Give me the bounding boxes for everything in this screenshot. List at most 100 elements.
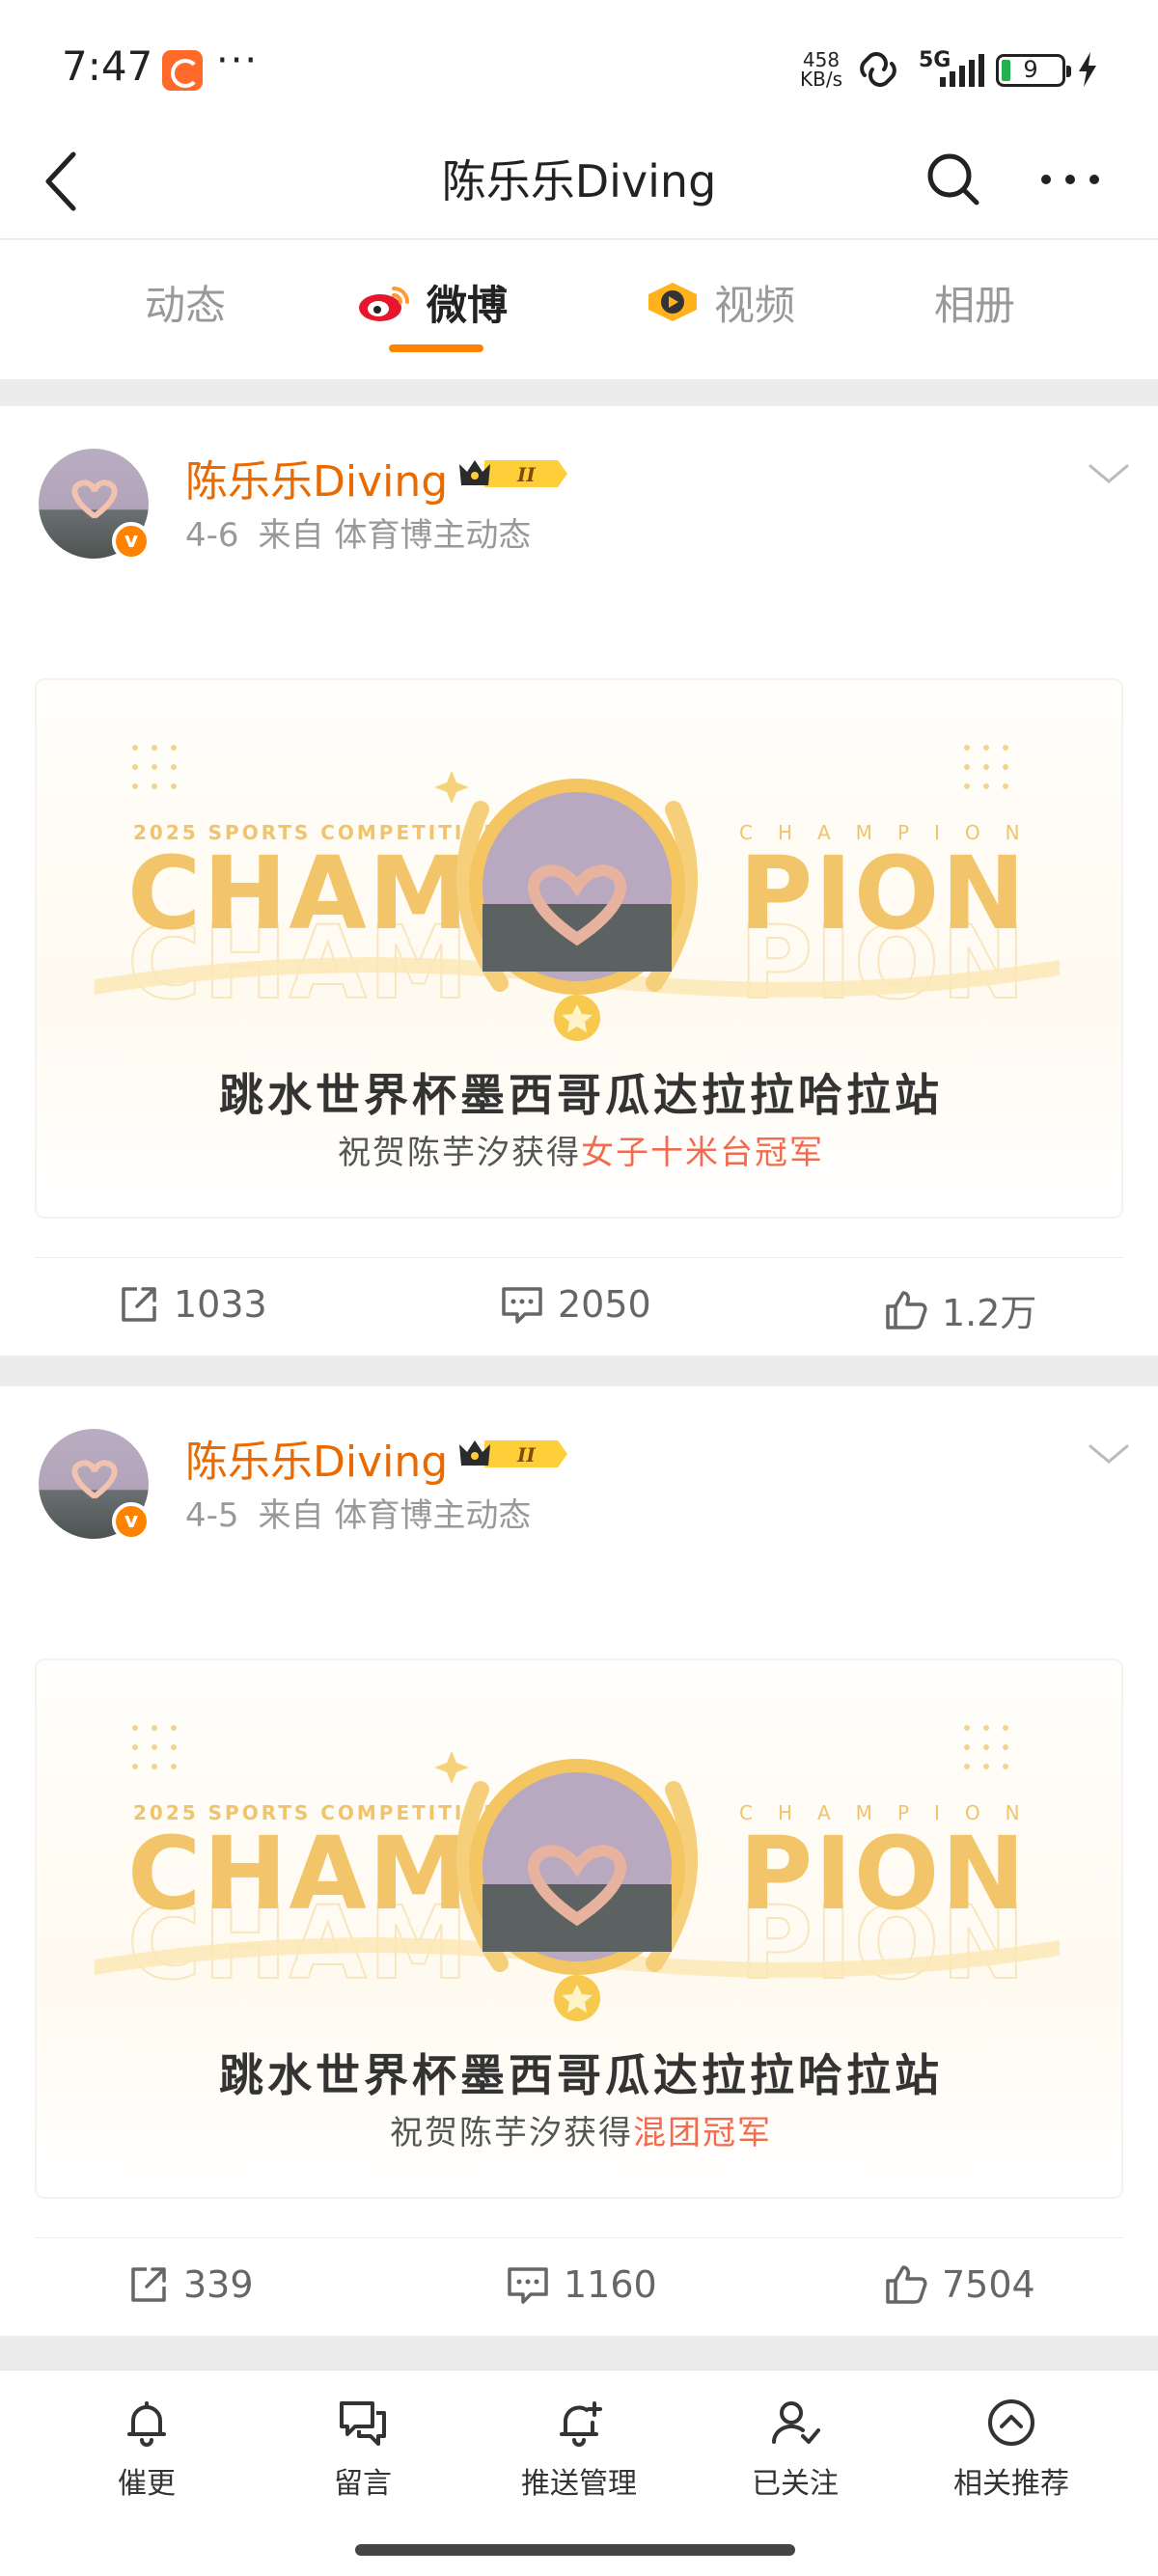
- active-tab-indicator: [389, 344, 483, 352]
- nav-bar: 陈乐乐Diving: [0, 125, 1158, 239]
- banner-subtitle: 祝贺陈芋汐获得女子十米台冠军: [37, 1126, 1121, 1173]
- laurel-medal-icon: [434, 1751, 698, 2021]
- overflow-dots-icon: ···: [216, 39, 260, 83]
- repost-icon: [122, 1287, 156, 1322]
- post-meta: 4-6 来自 体育博主动态: [185, 508, 550, 556]
- network-speed: 458 KB/s: [797, 50, 845, 89]
- like-button[interactable]: 1.2万: [884, 1283, 1036, 1336]
- battery-icon: 9: [996, 54, 1071, 87]
- post-date: 4-5: [185, 1496, 239, 1535]
- charging-bolt-icon: [1079, 52, 1096, 87]
- banner-subtitle-prefix: 祝贺陈芋汐获得: [338, 1134, 581, 1172]
- network-speed-unit: KB/s: [800, 68, 842, 91]
- badge-level: II: [516, 1443, 536, 1466]
- banner-word-cham: CHAM: [127, 1815, 471, 1932]
- post-card[interactable]: v 陈乐乐Diving II 4-6 来自 体育博主动态 2025 SPORTS …: [0, 406, 1158, 1356]
- comment-icon: [502, 1287, 542, 1324]
- verified-badge-icon: v: [112, 522, 151, 561]
- user-check-icon: [771, 2401, 820, 2444]
- page-title: 陈乐乐Diving: [441, 155, 717, 207]
- post-card[interactable]: v 陈乐乐Diving II 4-5 来自 体育博主动态 2025 SPORTS …: [0, 1386, 1158, 2336]
- like-count: 1.2万: [942, 1292, 1037, 1334]
- decorative-dots: [132, 745, 177, 789]
- repost-icon: [131, 2267, 166, 2302]
- thumbs-up-icon: [886, 2265, 927, 2304]
- tab-label: 微博: [427, 281, 509, 329]
- badge-level: II: [516, 463, 536, 486]
- network-speed-value: 458: [802, 48, 841, 71]
- weibo-logo-icon: [359, 287, 409, 321]
- author-name[interactable]: 陈乐乐Diving: [185, 1427, 448, 1489]
- divider: [0, 366, 1158, 379]
- author-name[interactable]: 陈乐乐Diving: [185, 447, 448, 508]
- message-button[interactable]: 留言: [266, 2396, 459, 2502]
- clock: 7:47: [62, 42, 153, 90]
- bottom-label: 已关注: [752, 2467, 839, 2501]
- message-bubbles-icon: [340, 2401, 386, 2446]
- post-source: 来自 体育博主动态: [258, 1496, 532, 1535]
- verified-badge-icon: v: [112, 1502, 151, 1541]
- repost-button[interactable]: 339: [127, 2263, 254, 2306]
- chevron-down-icon[interactable]: [1085, 1440, 1133, 1469]
- post-actions: 1033 2050 1.2万: [35, 1257, 1123, 1356]
- tab-label: 动态: [145, 281, 227, 329]
- battery-level: 9: [1023, 56, 1038, 83]
- related-recommend-button[interactable]: 相关推荐: [915, 2396, 1108, 2502]
- remind-update-button[interactable]: 催更: [50, 2396, 243, 2502]
- repost-button[interactable]: 1033: [118, 1283, 267, 1326]
- comment-count: 1160: [564, 2263, 657, 2306]
- member-crown-badge-icon[interactable]: II: [455, 454, 569, 493]
- like-button[interactable]: 7504: [884, 2263, 1035, 2306]
- decorative-dots: [964, 1725, 1008, 1769]
- tab-label: 视频: [714, 281, 796, 329]
- comment-button[interactable]: 2050: [500, 1283, 651, 1326]
- profile-tabs: 动态 微博 视频 相册: [0, 240, 1158, 366]
- divider: [0, 1356, 1158, 1386]
- comment-icon: [508, 2267, 548, 2304]
- search-icon[interactable]: [923, 149, 984, 210]
- banner-title: 跳水世界杯墨西哥瓜达拉拉哈拉站: [219, 1069, 943, 1121]
- tab-dongtai[interactable]: 动态: [145, 273, 226, 331]
- champion-banner-image[interactable]: 2025 SPORTS COMPETITION CHAMPION CHAM PI…: [35, 1658, 1123, 2199]
- banner-subtitle: 祝贺陈芋汐获得混团冠军: [37, 2106, 1121, 2153]
- banner-word-pion: PION: [739, 835, 1028, 952]
- post-meta: 4-5 来自 体育博主动态: [185, 1489, 550, 1536]
- decorative-dots: [964, 745, 1008, 789]
- bottom-label: 催更: [118, 2467, 176, 2501]
- bottom-label: 相关推荐: [953, 2467, 1069, 2501]
- comment-button[interactable]: 1160: [506, 2263, 657, 2306]
- tab-label: 相册: [934, 281, 1016, 329]
- chevron-down-icon[interactable]: [1085, 460, 1133, 489]
- decorative-dots: [132, 1725, 177, 1769]
- like-count: 7504: [942, 2263, 1035, 2306]
- push-settings-button[interactable]: 推送管理: [482, 2396, 676, 2502]
- following-button[interactable]: 已关注: [699, 2396, 892, 2502]
- home-indicator[interactable]: [355, 2544, 795, 2556]
- app-notification-icon: [162, 50, 203, 91]
- tab-video[interactable]: 视频: [645, 273, 795, 331]
- video-play-icon: [648, 283, 697, 321]
- post-date: 4-6: [185, 516, 239, 555]
- laurel-medal-icon: [434, 771, 698, 1041]
- heart-hands-image: [71, 1460, 118, 1498]
- banner-subtitle-highlight: 混团冠军: [633, 2114, 772, 2152]
- more-dots-icon[interactable]: [1036, 149, 1104, 210]
- bell-icon: [127, 2401, 166, 2447]
- bell-plus-icon: [560, 2401, 602, 2447]
- signal-bars-icon: [940, 54, 984, 87]
- banner-subtitle-highlight: 女子十米台冠军: [581, 1134, 824, 1172]
- tab-weibo[interactable]: 微博: [357, 273, 508, 331]
- champion-banner-image[interactable]: 2025 SPORTS COMPETITION CHAMPION CHAM PI…: [35, 678, 1123, 1219]
- comment-count: 2050: [558, 1283, 651, 1326]
- status-bar: 7:47 ··· 458 KB/s 5G 9: [0, 0, 1158, 125]
- banner-title: 跳水世界杯墨西哥瓜达拉拉哈拉站: [219, 2049, 943, 2101]
- repost-count: 1033: [174, 1283, 267, 1326]
- divider: [0, 379, 1158, 406]
- member-crown-badge-icon[interactable]: II: [455, 1435, 569, 1473]
- bottom-label: 留言: [334, 2467, 392, 2501]
- heart-hands-image: [71, 480, 118, 518]
- post-actions: 339 1160 7504: [35, 2237, 1123, 2336]
- banner-word-pion: PION: [739, 1815, 1028, 1932]
- repost-count: 339: [183, 2263, 254, 2306]
- tab-album[interactable]: 相册: [934, 273, 1015, 331]
